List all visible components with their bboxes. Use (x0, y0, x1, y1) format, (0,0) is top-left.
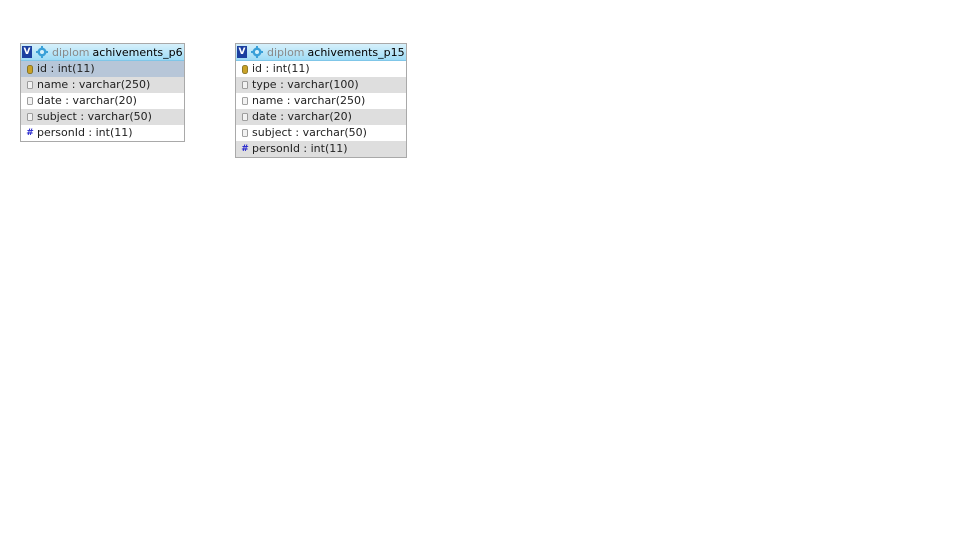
column-row-personid[interactable]: # personId : int(11) (236, 141, 406, 157)
column-icon (240, 77, 250, 93)
gear-icon[interactable] (36, 46, 48, 58)
column-label: date : varchar(20) (37, 94, 137, 107)
column-label: subject : varchar(50) (252, 126, 367, 139)
column-row-subject[interactable]: subject : varchar(50) (21, 109, 184, 125)
column-label: id : int(11) (252, 62, 310, 75)
column-label: id : int(11) (37, 62, 95, 75)
column-label: personId : int(11) (252, 142, 348, 155)
key-icon (25, 61, 35, 77)
column-row-date[interactable]: date : varchar(20) (21, 93, 184, 109)
column-icon (25, 93, 35, 109)
column-icon (240, 125, 250, 141)
column-icon (240, 93, 250, 109)
column-row-name[interactable]: name : varchar(250) (236, 93, 406, 109)
toggle-icon[interactable]: V (22, 46, 32, 58)
column-label: subject : varchar(50) (37, 110, 152, 123)
designer-canvas: V diplom achivements_p6 id : int(11) nam… (0, 0, 960, 540)
column-label: date : varchar(20) (252, 110, 352, 123)
table-header[interactable]: V diplom achivements_p15 (236, 44, 406, 61)
column-label: name : varchar(250) (252, 94, 366, 107)
hash-icon: # (241, 144, 249, 154)
table-achivements-p6[interactable]: V diplom achivements_p6 id : int(11) nam… (20, 43, 185, 142)
column-icon (240, 109, 250, 125)
column-label: type : varchar(100) (252, 78, 359, 91)
gear-icon[interactable] (251, 46, 263, 58)
column-label: name : varchar(250) (37, 78, 151, 91)
column-icon (25, 109, 35, 125)
column-row-date[interactable]: date : varchar(20) (236, 109, 406, 125)
column-icon (25, 77, 35, 93)
database-name: diplom (52, 45, 90, 59)
column-label: personId : int(11) (37, 126, 133, 139)
column-row-type[interactable]: type : varchar(100) (236, 77, 406, 93)
column-row-personid[interactable]: # personId : int(11) (21, 125, 184, 141)
hash-icon: # (26, 128, 34, 138)
column-row-id[interactable]: id : int(11) (236, 61, 406, 77)
table-achivements-p15[interactable]: V diplom achivements_p15 id : int(11) ty… (235, 43, 407, 158)
key-icon (240, 61, 250, 77)
table-name: achivements_p6 (92, 45, 183, 59)
table-name: achivements_p15 (307, 45, 405, 59)
column-row-id[interactable]: id : int(11) (21, 61, 184, 77)
toggle-icon[interactable]: V (237, 46, 247, 58)
database-name: diplom (267, 45, 305, 59)
table-header[interactable]: V diplom achivements_p6 (21, 44, 184, 61)
column-row-name[interactable]: name : varchar(250) (21, 77, 184, 93)
column-row-subject[interactable]: subject : varchar(50) (236, 125, 406, 141)
